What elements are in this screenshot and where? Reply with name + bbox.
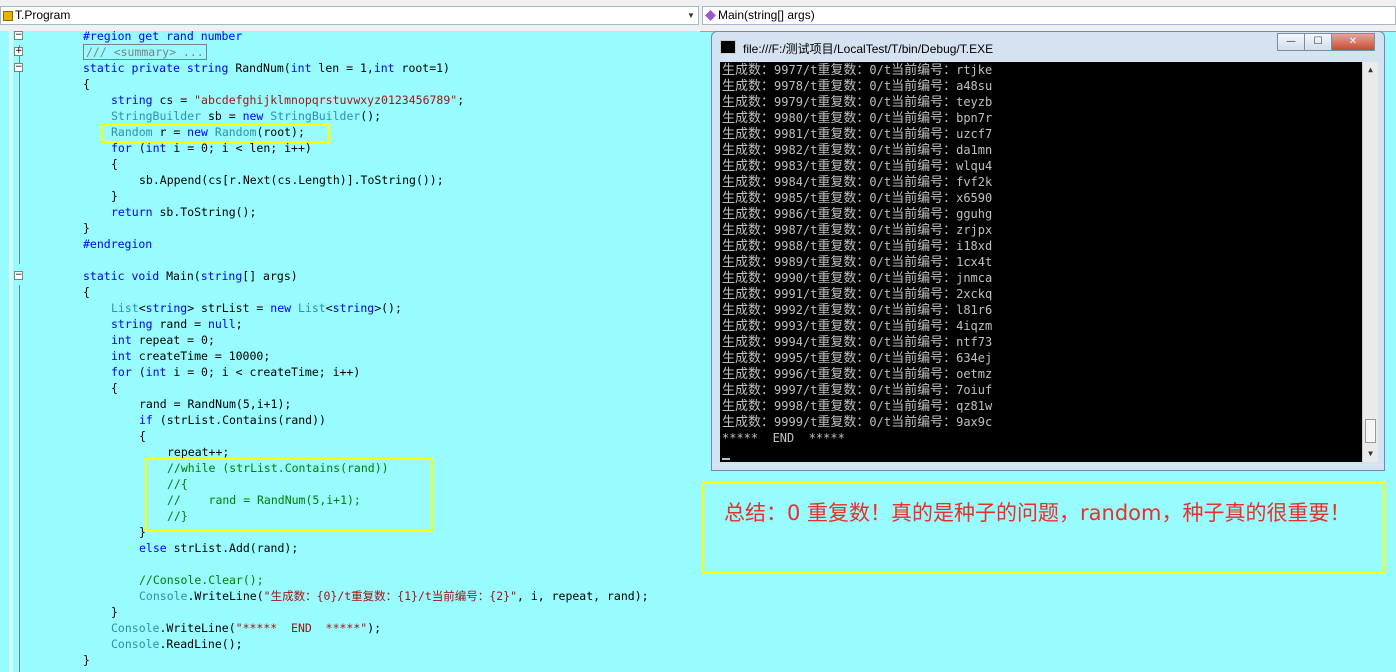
console-line: 生成数：9989/t重复数：0/t当前编号：1cx4t <box>722 255 993 270</box>
console-line: 生成数：9994/t重复数：0/t当前编号：ntf73 <box>722 335 993 350</box>
code-line: //Console.Clear(); <box>139 573 264 587</box>
code-line: else strList.Add(rand); <box>139 541 299 555</box>
class-icon <box>3 10 13 21</box>
console-line: 生成数：9986/t重复数：0/t当前编号：gguhg <box>722 207 993 222</box>
console-line: 生成数：9997/t重复数：0/t当前编号：7oiuf <box>722 383 993 398</box>
random-highlight-box <box>101 124 330 143</box>
code-line: static private string RandNum(int len = … <box>83 61 450 75</box>
code-editor[interactable]: − + − − #region get rand number /// <sum… <box>0 29 700 672</box>
console-line: 生成数：9995/t重复数：0/t当前编号：634ej <box>722 351 993 366</box>
class-dropdown-value: T.Program <box>15 8 71 22</box>
code-line: int createTime = 10000; <box>111 349 271 363</box>
maximize-button[interactable]: ☐ <box>1304 33 1332 51</box>
code-line: Console.WriteLine("***** END *****"); <box>111 621 382 635</box>
expand-summary-icon[interactable]: + <box>14 47 23 56</box>
code-line: { <box>111 381 118 395</box>
console-line: 生成数：9988/t重复数：0/t当前编号：i18xd <box>722 239 993 254</box>
collapse-region-icon[interactable]: − <box>14 31 23 40</box>
console-output[interactable]: 生成数：9977/t重复数：0/t当前编号：rtjke 生成数：9978/t重复数… <box>720 62 1362 462</box>
console-scrollbar[interactable]: ▲ ▼ <box>1362 62 1378 462</box>
class-dropdown[interactable]: T.Program ▼ <box>0 6 699 25</box>
summary-note: 总结：0 重复数！真的是种子的问题，random，种子真的很重要！ <box>702 482 1385 574</box>
console-title: file:///F:/测试项目/LocalTest/T/bin/Debug/T.… <box>743 42 994 56</box>
console-line: 生成数：9979/t重复数：0/t当前编号：teyzb <box>722 95 993 110</box>
console-line: 生成数：9991/t重复数：0/t当前编号：2xckq <box>722 287 993 302</box>
collapsed-summary[interactable]: /// <summary> ... <box>83 44 207 60</box>
code-line: int repeat = 0; <box>111 333 215 347</box>
code-line: StringBuilder sb = new StringBuilder(); <box>111 109 382 123</box>
code-line: string cs = "abcdefghijklmnopqrstuvwxyz0… <box>111 93 465 107</box>
console-window[interactable]: file:///F:/测试项目/LocalTest/T/bin/Debug/T.… <box>711 31 1385 471</box>
collapse-method-icon[interactable]: − <box>14 63 23 72</box>
code-line: /// <summary> ... <box>83 44 207 60</box>
code-line: { <box>83 77 90 91</box>
console-line: 生成数：9984/t重复数：0/t当前编号：fvf2k <box>722 175 993 190</box>
code-line: Console.ReadLine(); <box>111 637 243 651</box>
console-line: 生成数：9983/t重复数：0/t当前编号：wlqu4 <box>722 159 993 174</box>
code-line: sb.Append(cs[r.Next(cs.Length)].ToString… <box>139 173 444 187</box>
console-line: 生成数：9990/t重复数：0/t当前编号：jnmca <box>722 271 993 286</box>
code-line: static void Main(string[] args) <box>83 269 298 283</box>
code-line: Console.WriteLine("生成数：{0}/t重复数：{1}/t当前编… <box>139 589 649 603</box>
code-line: rand = RandNum(5,i+1); <box>139 397 292 411</box>
method-icon <box>705 10 716 22</box>
code-line: } <box>83 653 90 667</box>
console-line: 生成数：9978/t重复数：0/t当前编号：a48su <box>722 79 993 94</box>
scroll-up-icon[interactable]: ▲ <box>1365 64 1376 75</box>
collapse-method-icon[interactable]: − <box>14 271 23 280</box>
code-line: { <box>139 429 146 443</box>
console-line: 生成数：9993/t重复数：0/t当前编号：4iqzm <box>722 319 993 334</box>
code-line: return sb.ToString(); <box>111 205 257 219</box>
member-dropdown[interactable]: Main(string[] args) <box>702 6 1396 25</box>
close-button[interactable]: ✕ <box>1331 33 1375 51</box>
code-line: string rand = null; <box>111 317 243 331</box>
console-line: 生成数：9992/t重复数：0/t当前编号：l81r6 <box>722 303 993 318</box>
outline-line <box>19 45 20 264</box>
chevron-down-icon[interactable]: ▼ <box>684 7 698 24</box>
change-tracking-bar <box>9 31 13 672</box>
code-line: { <box>83 285 90 299</box>
commented-loop-highlight-box <box>145 458 433 532</box>
console-icon <box>720 40 736 54</box>
console-line: 生成数：9981/t重复数：0/t当前编号：uzcf7 <box>722 127 993 142</box>
code-line: if (strList.Contains(rand)) <box>139 413 326 427</box>
code-line: } <box>83 221 90 235</box>
code-line: for (int i = 0; i < createTime; i++) <box>111 365 361 379</box>
console-line: 生成数：9980/t重复数：0/t当前编号：bpn7r <box>722 111 993 126</box>
console-line: 生成数：9987/t重复数：0/t当前编号：zrjpx <box>722 223 993 238</box>
outline-line <box>19 285 20 672</box>
code-text[interactable]: #region get rand number /// <summary> ..… <box>29 29 649 667</box>
scroll-thumb[interactable] <box>1365 419 1376 443</box>
code-line: #region get rand number <box>83 29 243 43</box>
console-line: 生成数：9977/t重复数：0/t当前编号：rtjke <box>722 63 993 78</box>
summary-note-text: 总结：0 重复数！真的是种子的问题，random，种子真的很重要！ <box>724 501 1351 525</box>
console-line: 生成数：9999/t重复数：0/t当前编号：9ax9c <box>722 415 993 430</box>
code-line: } <box>111 189 118 203</box>
console-line: 生成数：9982/t重复数：0/t当前编号：da1mn <box>722 143 993 158</box>
console-end-line: ***** END ***** <box>722 431 845 445</box>
code-line: #endregion <box>83 237 153 251</box>
console-line: 生成数：9985/t重复数：0/t当前编号：x6590 <box>722 191 993 206</box>
code-line: } <box>111 605 118 619</box>
console-line: 生成数：9998/t重复数：0/t当前编号：qz81w <box>722 399 993 414</box>
code-line: List<string> strList = new List<string>(… <box>111 301 402 315</box>
member-dropdown-value: Main(string[] args) <box>718 8 815 22</box>
editor-gutter: − + − − <box>0 31 28 672</box>
minimize-button[interactable]: — <box>1277 33 1305 51</box>
code-line: { <box>111 157 118 171</box>
console-cursor <box>722 458 730 460</box>
scroll-down-icon[interactable]: ▼ <box>1365 448 1376 459</box>
console-line: 生成数：9996/t重复数：0/t当前编号：oetmz <box>722 367 993 382</box>
console-titlebar[interactable]: file:///F:/测试项目/LocalTest/T/bin/Debug/T.… <box>712 32 1384 62</box>
